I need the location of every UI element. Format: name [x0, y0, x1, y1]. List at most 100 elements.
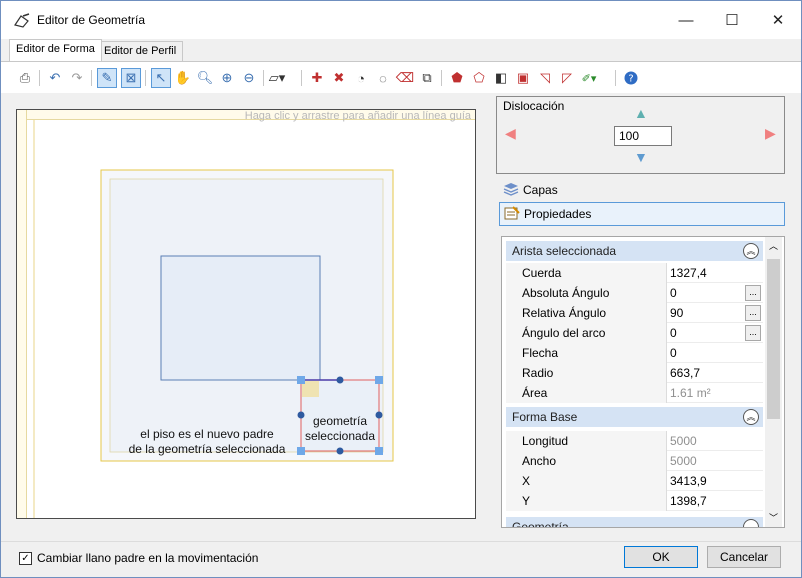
- property-value: 5000: [670, 454, 697, 468]
- toolbar-separator: [301, 70, 302, 86]
- minimize-button[interactable]: —: [663, 1, 709, 39]
- properties-scrollbar[interactable]: ︿ ﹀: [765, 237, 782, 527]
- zoom-extents-icon[interactable]: ⊖: [239, 68, 259, 88]
- dislocation-value-input[interactable]: 100: [614, 126, 672, 146]
- split-edge-icon[interactable]: ⧉: [417, 68, 437, 88]
- shape-tool-3-icon[interactable]: ◧: [491, 68, 511, 88]
- shape-tool-2-icon[interactable]: ⬠: [469, 68, 489, 88]
- tab-profile-editor[interactable]: Editor de Perfil: [97, 41, 184, 61]
- add-vertex-icon[interactable]: ✚: [307, 68, 327, 88]
- collapse-icon[interactable]: ︽: [743, 519, 759, 527]
- properties-label: Propiedades: [524, 207, 592, 221]
- edge-midpoint-handle[interactable]: [336, 447, 344, 455]
- property-value[interactable]: 0: [670, 346, 677, 360]
- edge-curve-icon[interactable]: ◌: [373, 68, 393, 88]
- move-up-arrow-icon[interactable]: ▲: [634, 105, 648, 121]
- property-key: Ancho: [506, 451, 667, 471]
- ellipsis-button[interactable]: ...: [745, 305, 761, 321]
- property-value[interactable]: 1327,4: [670, 266, 707, 280]
- pan-hand-icon[interactable]: ✋: [173, 68, 193, 88]
- selection-handle[interactable]: [297, 447, 305, 455]
- layers-label: Capas: [523, 183, 558, 197]
- move-left-arrow-icon[interactable]: ◀: [505, 125, 516, 142]
- toolbar-separator: [39, 70, 40, 86]
- property-row-sagitta: Flecha 0: [506, 343, 763, 363]
- dislocation-title: Dislocación: [503, 99, 565, 113]
- drawing-canvas[interactable]: Haga clic y arrastre para añadir una lín…: [16, 109, 476, 519]
- zoom-icon[interactable]: 🔍︎: [195, 68, 215, 88]
- property-row-absolute-angle: Absoluta Ángulo 0 ...: [506, 283, 763, 303]
- selection-handle[interactable]: [375, 376, 383, 384]
- property-key: Absoluta Ángulo: [506, 283, 667, 303]
- dislocation-panel: Dislocación ▲ ▼ ◀ ▶ 100: [496, 96, 785, 174]
- property-key: Longitud: [506, 431, 667, 451]
- property-value[interactable]: 663,7: [670, 366, 700, 380]
- move-right-arrow-icon[interactable]: ▶: [765, 125, 776, 142]
- snap-line-icon[interactable]: ✎: [97, 68, 117, 88]
- editor-tabs: Editor de Forma Editor de Perfil: [1, 39, 801, 61]
- tab-shape-editor[interactable]: Editor de Forma: [9, 39, 102, 61]
- change-parent-checkbox[interactable]: ✓: [19, 552, 32, 565]
- undo-icon[interactable]: ↶: [45, 68, 65, 88]
- section-title: Forma Base: [512, 410, 578, 424]
- layers-icon: [503, 182, 519, 199]
- dxf-import-dropdown-icon[interactable]: ✐▾: [579, 68, 599, 88]
- annotation-new-parent: el piso es el nuevo padre de la geometrí…: [117, 427, 297, 457]
- shape-tool-4-icon[interactable]: ▣: [513, 68, 533, 88]
- scroll-down-icon[interactable]: ﹀: [769, 511, 778, 524]
- zoom-in-icon[interactable]: ⊕: [217, 68, 237, 88]
- property-row-area: Área 1.61 m²: [506, 383, 763, 403]
- remove-vertex-icon[interactable]: ✖: [329, 68, 349, 88]
- ellipsis-button[interactable]: ...: [745, 325, 761, 341]
- selection-handle[interactable]: [297, 376, 305, 384]
- close-button[interactable]: ✕: [755, 1, 801, 39]
- edit-arc-icon[interactable]: ◔: [351, 68, 371, 88]
- annotation-line: de la geometría seleccionada: [128, 442, 286, 456]
- property-key: Cuerda: [506, 263, 667, 283]
- redo-icon[interactable]: ↷: [67, 68, 87, 88]
- help-icon[interactable]: ?: [621, 68, 641, 88]
- property-value[interactable]: 0: [670, 286, 677, 300]
- ellipsis-button[interactable]: ...: [745, 285, 761, 301]
- maximize-button[interactable]: ☐: [709, 1, 755, 39]
- change-parent-label[interactable]: Cambiar llano padre en la movimentación: [37, 551, 258, 565]
- section-base-shape[interactable]: Forma Base ︽: [506, 407, 763, 427]
- property-row-x: X 3413,9: [506, 471, 763, 491]
- property-value[interactable]: 1398,7: [670, 494, 707, 508]
- section-selected-edge[interactable]: Arista seleccionada ︽: [506, 241, 763, 261]
- selection-handle[interactable]: [375, 447, 383, 455]
- delete-edge-icon[interactable]: ⌫: [395, 68, 415, 88]
- move-down-arrow-icon[interactable]: ▼: [634, 149, 648, 165]
- properties-button[interactable]: Propiedades: [499, 202, 785, 226]
- property-value[interactable]: 0: [670, 326, 677, 340]
- shape-tool-1-icon[interactable]: ⬟: [447, 68, 467, 88]
- parent-square[interactable]: [160, 255, 321, 381]
- property-row-y: Y 1398,7: [506, 491, 763, 511]
- section-geometry[interactable]: Geometría ︽: [506, 517, 763, 527]
- property-row-chord: Cuerda 1327,4: [506, 263, 763, 283]
- property-value: 1.61 m²: [670, 386, 711, 400]
- edge-midpoint-handle[interactable]: [336, 376, 344, 384]
- draw-shape-dropdown-icon[interactable]: ▱▾: [267, 68, 287, 88]
- collapse-icon[interactable]: ︽: [743, 243, 759, 259]
- cancel-button[interactable]: Cancelar: [707, 546, 781, 568]
- print-icon[interactable]: ⎙: [15, 68, 35, 88]
- shape-tool-6-icon[interactable]: ◸: [557, 68, 577, 88]
- toolbar-separator: [145, 70, 146, 86]
- annotation-line: el piso es el nuevo padre: [140, 427, 274, 441]
- layers-button[interactable]: Capas: [499, 179, 785, 201]
- scroll-up-icon[interactable]: ︿: [769, 239, 778, 252]
- section-title: Arista seleccionada: [512, 244, 617, 258]
- toolbar-separator: [91, 70, 92, 86]
- select-pointer-icon[interactable]: ↖: [151, 68, 171, 88]
- property-value[interactable]: 90: [670, 306, 683, 320]
- geometry-editor-window: Editor de Geometría — ☐ ✕ Editor de Form…: [0, 0, 802, 578]
- ok-button[interactable]: OK: [624, 546, 698, 568]
- scrollbar-thumb[interactable]: [767, 259, 780, 419]
- property-value[interactable]: 3413,9: [670, 474, 707, 488]
- shape-tool-5-icon[interactable]: ◹: [535, 68, 555, 88]
- snap-grid-icon[interactable]: ⊠: [121, 68, 141, 88]
- footer-bar: ✓ Cambiar llano padre en la movimentació…: [1, 541, 801, 577]
- collapse-icon[interactable]: ︽: [743, 409, 759, 425]
- property-key: Y: [506, 491, 667, 511]
